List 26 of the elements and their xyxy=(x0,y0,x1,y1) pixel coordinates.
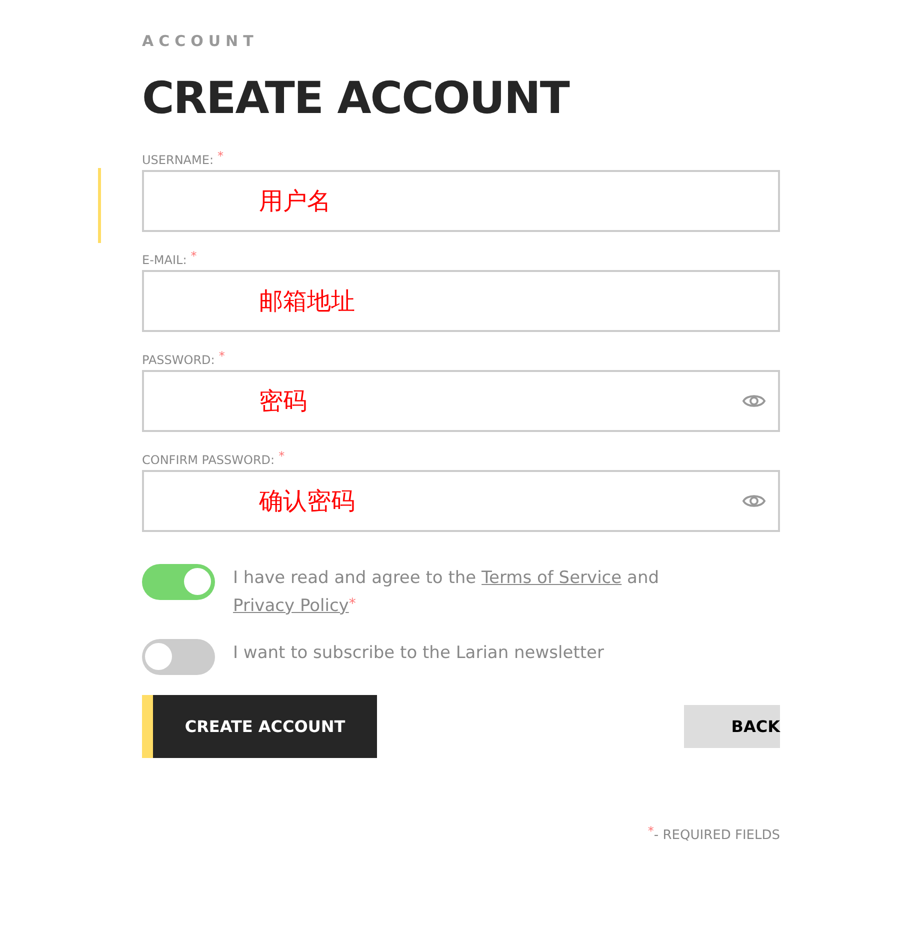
back-button[interactable]: BACK xyxy=(684,705,780,748)
field-label: PASSWORD: xyxy=(142,352,215,369)
text-link[interactable]: Terms of Service xyxy=(482,568,622,588)
toggle-text: I have read and agree to the Terms of Service and Privacy Policy$^{*}$ xyxy=(233,567,660,618)
required-mark: * xyxy=(218,348,225,365)
toggle-switch[interactable] xyxy=(142,564,215,600)
required-fields-note: - REQUIRED FIELDS xyxy=(654,828,780,843)
toggle-text: I want to subscribe to the Larian newsletter xyxy=(233,642,604,665)
eye-icon[interactable] xyxy=(742,493,766,509)
eye-icon[interactable] xyxy=(742,393,766,409)
field-label: CONFIRM PASSWORD: xyxy=(142,452,275,469)
required-mark: * xyxy=(217,148,224,165)
text-link[interactable]: Privacy Policy xyxy=(233,596,349,616)
field-label: USERNAME: xyxy=(142,152,214,169)
input-field[interactable]: 密码 xyxy=(142,370,780,432)
input-field[interactable]: 邮箱地址 xyxy=(142,270,780,332)
input-field[interactable]: 确认密码 xyxy=(142,470,780,532)
create-account-button[interactable]: CREATE ACCOUNT xyxy=(142,695,377,758)
page-title: CREATE ACCOUNT xyxy=(142,72,571,126)
required-mark: * xyxy=(278,448,285,465)
field-label: E-MAIL: xyxy=(142,252,187,269)
toggle-switch[interactable] xyxy=(142,639,215,675)
input-field[interactable]: 用户名 xyxy=(142,170,780,232)
required-mark: * xyxy=(648,824,654,838)
required-mark: * xyxy=(190,248,197,265)
section-eyebrow: ACCOUNT xyxy=(142,31,260,52)
